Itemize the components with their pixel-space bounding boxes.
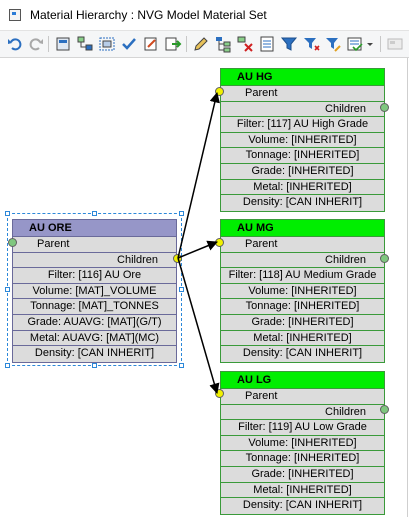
density-row: Density: [CAN INHERIT] [242, 499, 363, 512]
dropdown-icon[interactable] [366, 35, 374, 53]
filter-row: Filter: [116] AU Ore [13, 268, 176, 284]
volume-row: Volume: [INHERITED] [221, 133, 384, 149]
parent-port[interactable] [215, 389, 224, 398]
filter-row: Filter: [118] AU Medium Grade [221, 268, 384, 284]
filter-icon[interactable] [280, 35, 298, 53]
tonnage-row: Tonnage: [INHERITED] [221, 148, 384, 164]
metal-row: Metal: [INHERITED] [221, 180, 384, 196]
children-port-label: Children [221, 102, 384, 118]
children-port[interactable] [173, 254, 182, 263]
parent-port-label: Parent [221, 237, 384, 253]
disabled-icon [386, 35, 404, 53]
resize-handle[interactable] [179, 287, 184, 292]
metal-row: Metal: AUAVG: [MAT](MC) [13, 331, 176, 347]
network-icon[interactable] [76, 35, 94, 53]
volume-row: Volume: [MAT]_VOLUME [13, 284, 176, 300]
node-title: AU HG [221, 69, 384, 86]
undo-icon[interactable] [6, 35, 24, 53]
metal-row: Metal: [INHERITED] [221, 331, 384, 347]
resize-handle[interactable] [5, 287, 10, 292]
node-au-ore[interactable]: AU ORE Parent Children Filter: [116] AU … [12, 219, 177, 363]
grade-row: Grade: [INHERITED] [221, 467, 384, 483]
filter-row: Filter: [119] AU Low Grade [221, 420, 384, 436]
grade-row: Grade: [INHERITED] [221, 315, 384, 331]
children-port-label: Children [221, 405, 384, 421]
volume-row: Volume: [INHERITED] [221, 284, 384, 300]
resize-handle[interactable] [92, 211, 97, 216]
resize-handle[interactable] [92, 363, 97, 368]
density-row: Density: [CAN INHERIT] [242, 347, 363, 360]
check-icon[interactable] [120, 35, 138, 53]
parent-port-label: Parent [13, 237, 176, 253]
filter-edit-icon[interactable] [324, 35, 342, 53]
window-icon [9, 9, 21, 21]
volume-row: Volume: [INHERITED] [221, 436, 384, 452]
node-title: AU LG [221, 372, 384, 389]
parent-port[interactable] [8, 238, 17, 247]
children-port-label: Children [13, 253, 176, 269]
redo-icon[interactable] [27, 35, 45, 53]
tonnage-row: Tonnage: [INHERITED] [221, 451, 384, 467]
node-au-mg[interactable]: AU MG Parent Children Filter: [118] AU M… [220, 219, 385, 363]
layout-icon[interactable] [54, 35, 72, 53]
parent-port-label: Parent [221, 86, 384, 102]
parent-port[interactable] [215, 238, 224, 247]
toolbar-separator [380, 36, 381, 52]
filter-clear-icon[interactable] [346, 35, 364, 53]
filter-add-icon[interactable] [302, 35, 320, 53]
node-au-lg[interactable]: AU LG Parent Children Filter: [119] AU L… [220, 371, 385, 515]
select-icon[interactable] [98, 35, 116, 53]
toolbar-separator [186, 36, 187, 52]
properties-icon[interactable] [258, 35, 276, 53]
children-port-label: Children [221, 253, 384, 269]
metal-row: Metal: [INHERITED] [221, 483, 384, 499]
resize-handle[interactable] [5, 211, 10, 216]
export-icon[interactable] [164, 35, 182, 53]
tree-icon[interactable] [214, 35, 232, 53]
delete-icon[interactable] [236, 35, 254, 53]
window-title: Material Hierarchy : NVG Model Material … [30, 8, 267, 22]
resize-handle[interactable] [179, 363, 184, 368]
children-port[interactable] [380, 405, 389, 414]
resize-handle[interactable] [5, 363, 10, 368]
node-title: AU ORE [13, 220, 176, 237]
toolbar-separator [48, 36, 49, 52]
tonnage-row: Tonnage: [MAT]_TONNES [13, 299, 176, 315]
filter-row: Filter: [117] AU High Grade [221, 117, 384, 133]
children-port[interactable] [380, 254, 389, 263]
parent-port[interactable] [215, 87, 224, 96]
edit-icon[interactable] [142, 35, 160, 53]
tonnage-row: Tonnage: [INHERITED] [221, 299, 384, 315]
grade-row: Grade: [INHERITED] [221, 164, 384, 180]
pencil-icon[interactable] [192, 35, 210, 53]
title-bar: Material Hierarchy : NVG Model Material … [0, 0, 409, 31]
node-title: AU MG [221, 220, 384, 237]
node-au-hg[interactable]: AU HG Parent Children Filter: [117] AU H… [220, 68, 385, 212]
children-port[interactable] [380, 103, 389, 112]
parent-port-label: Parent [221, 389, 384, 405]
density-row: Density: [CAN INHERIT] [242, 196, 363, 209]
grade-row: Grade: AUAVG: [MAT](G/T) [13, 315, 176, 331]
resize-handle[interactable] [179, 211, 184, 216]
density-row: Density: [CAN INHERIT] [34, 347, 155, 360]
toolbar [0, 31, 409, 58]
